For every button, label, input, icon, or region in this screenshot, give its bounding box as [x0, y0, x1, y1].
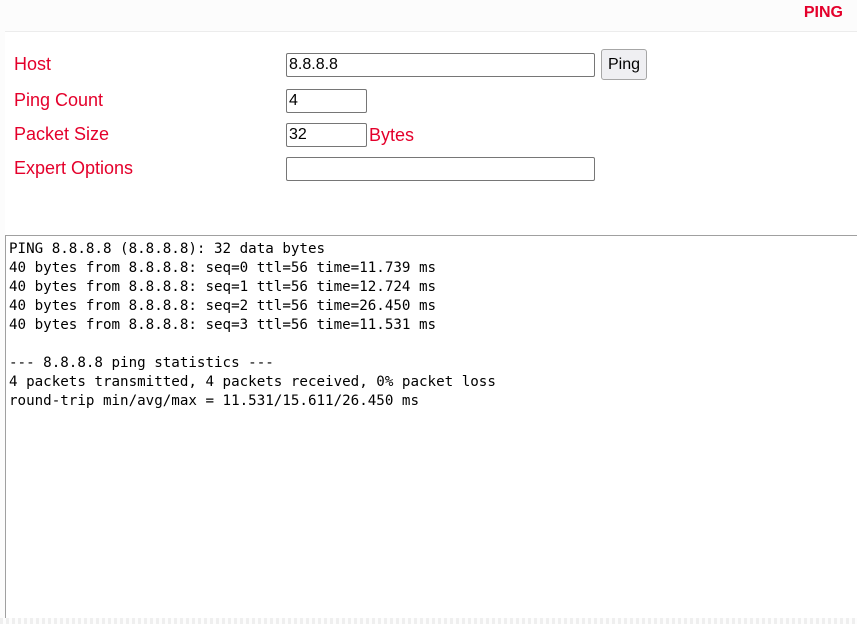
packet-size-label: Packet Size — [14, 124, 110, 144]
ping-button[interactable]: Ping — [601, 49, 647, 80]
packet-size-input[interactable] — [286, 123, 367, 147]
ping-form-panel: Host Ping Ping Count Packet Size Bytes E… — [5, 32, 857, 624]
horizontal-scrollbar[interactable] — [0, 618, 857, 624]
expert-options-input[interactable] — [286, 157, 595, 181]
packet-size-unit: Bytes — [369, 125, 415, 145]
ping-count-input[interactable] — [286, 89, 367, 113]
expert-options-label: Expert Options — [14, 158, 134, 178]
ping-page: PING Host Ping Ping Count Packet Size By… — [0, 0, 857, 624]
ping-count-label: Ping Count — [14, 90, 104, 110]
header: PING — [0, 0, 857, 30]
page-title: PING — [803, 4, 843, 21]
host-input[interactable] — [286, 53, 595, 77]
ping-output-textarea[interactable]: PING 8.8.8.8 (8.8.8.8): 32 data bytes 40… — [5, 235, 857, 620]
host-label: Host — [14, 54, 52, 74]
